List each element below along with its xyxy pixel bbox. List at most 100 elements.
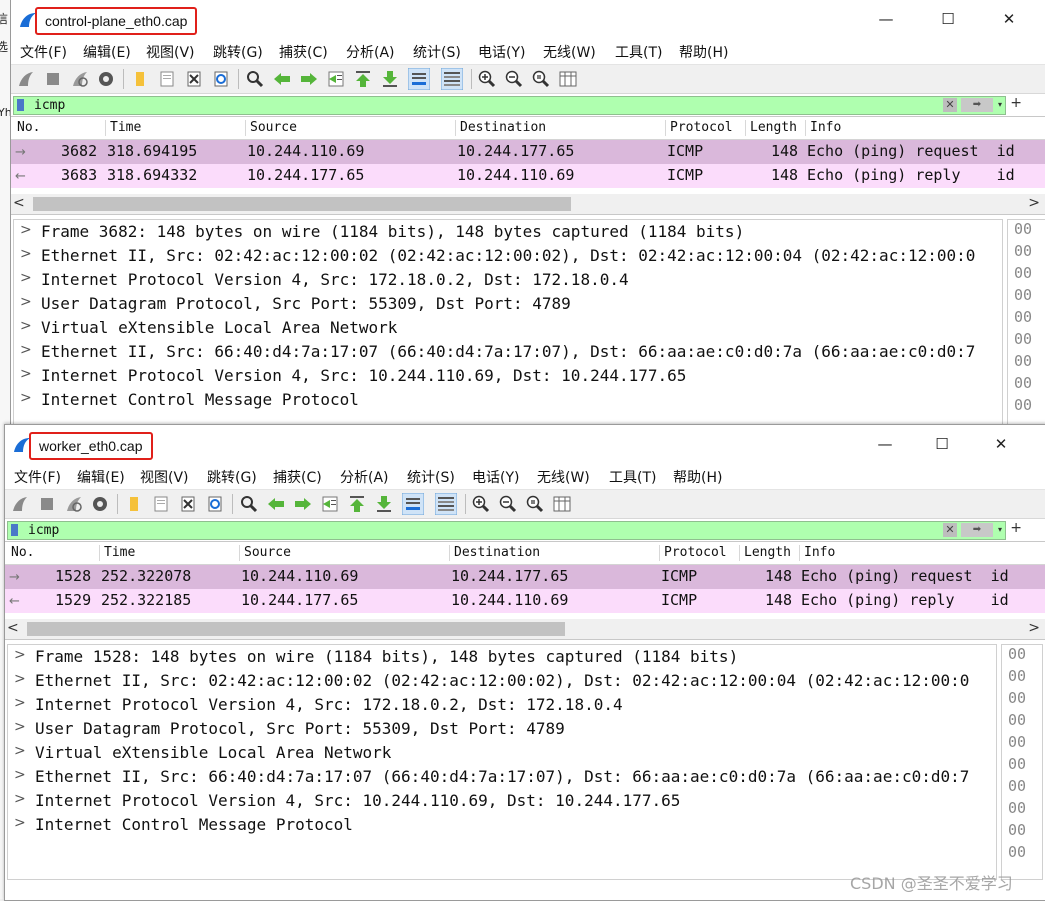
packet-row[interactable]: ← 3683 318.694332 10.244.177.65 10.244.1… <box>11 164 1045 188</box>
details-row-ethernet[interactable]: > Ethernet II, Src: 02:42:ac:12:00:02 (02… <box>8 669 996 693</box>
chevron-right-icon[interactable]: > <box>14 671 26 687</box>
column-header-info[interactable]: Info <box>799 545 835 561</box>
minimize-button[interactable]: — <box>863 4 909 34</box>
chevron-right-icon[interactable]: > <box>20 294 32 310</box>
column-header-protocol[interactable]: Protocol <box>659 545 727 561</box>
display-filter-input[interactable]: icmp ✕ ➡ ▾ <box>13 96 1006 115</box>
colorize-icon[interactable] <box>435 493 457 515</box>
details-row-udp[interactable]: > User Datagram Protocol, Src Port: 55309… <box>8 717 996 741</box>
find-icon[interactable] <box>240 495 258 513</box>
chevron-right-icon[interactable]: > <box>20 222 32 238</box>
menu-help[interactable]: 帮助(H) <box>679 42 728 62</box>
details-row-ipv4[interactable]: > Internet Protocol Version 4, Src: 172.1… <box>14 268 1002 292</box>
menu-statistics[interactable]: 统计(S) <box>407 467 455 487</box>
options-gear-icon[interactable] <box>97 70 115 88</box>
column-header-destination[interactable]: Destination <box>455 120 546 136</box>
close-button[interactable]: ✕ <box>986 4 1032 34</box>
menu-statistics[interactable]: 统计(S) <box>413 42 461 62</box>
chevron-right-icon[interactable]: > <box>14 791 26 807</box>
menu-capture[interactable]: 捕获(C) <box>273 467 322 487</box>
menu-edit[interactable]: 编辑(E) <box>83 42 131 62</box>
resize-columns-icon[interactable] <box>553 495 571 513</box>
restart-icon[interactable] <box>65 495 83 513</box>
chevron-right-icon[interactable]: > <box>20 318 32 334</box>
chevron-right-icon[interactable]: > <box>14 695 26 711</box>
go-forward-icon[interactable] <box>300 70 318 88</box>
menu-view[interactable]: 视图(V) <box>140 467 189 487</box>
chevron-right-icon[interactable]: > <box>20 270 32 286</box>
details-row-inner-ethernet[interactable]: > Ethernet II, Src: 66:40:d4:7a:17:07 (66… <box>8 765 996 789</box>
chevron-right-icon[interactable]: > <box>20 342 32 358</box>
menu-analyze[interactable]: 分析(A) <box>346 42 395 62</box>
details-row-icmp[interactable]: > Internet Control Message Protocol <box>14 388 1002 412</box>
column-header-no[interactable]: No. <box>13 120 40 136</box>
apply-filter-icon[interactable]: ➡ <box>961 523 993 537</box>
column-header-time[interactable]: Time <box>99 545 135 561</box>
shark-start-icon[interactable] <box>11 495 29 513</box>
chevron-right-icon[interactable]: > <box>14 647 26 663</box>
chevron-down-icon[interactable]: ▾ <box>995 98 1005 112</box>
open-folder-icon[interactable] <box>131 70 149 88</box>
reload-icon[interactable] <box>206 495 224 513</box>
add-filter-button[interactable]: + <box>1010 95 1022 111</box>
last-packet-icon[interactable] <box>381 70 399 88</box>
find-icon[interactable] <box>246 70 264 88</box>
clear-filter-icon[interactable]: ✕ <box>943 523 957 537</box>
chevron-right-icon[interactable]: > <box>20 246 32 262</box>
horizontal-scrollbar[interactable]: < > <box>11 194 1045 214</box>
menu-edit[interactable]: 编辑(E) <box>77 467 125 487</box>
bookmark-icon[interactable] <box>11 524 18 536</box>
save-file-icon[interactable] <box>152 495 170 513</box>
menu-capture[interactable]: 捕获(C) <box>279 42 328 62</box>
chevron-right-icon[interactable]: > <box>14 719 26 735</box>
shark-start-icon[interactable] <box>17 70 35 88</box>
chevron-right-icon[interactable]: > <box>14 767 26 783</box>
details-row-inner-ipv4[interactable]: > Internet Protocol Version 4, Src: 10.24… <box>8 789 996 813</box>
minimize-button[interactable]: — <box>862 429 908 459</box>
save-file-icon[interactable] <box>158 70 176 88</box>
chevron-right-icon[interactable]: > <box>20 366 32 382</box>
column-header-info[interactable]: Info <box>805 120 841 136</box>
horizontal-scrollbar[interactable]: < > <box>5 619 1045 639</box>
chevron-left-icon[interactable]: < <box>7 620 19 636</box>
packet-row[interactable]: ← 1529 252.322185 10.244.177.65 10.244.1… <box>5 589 1045 613</box>
menu-wireless[interactable]: 无线(W) <box>543 42 596 62</box>
chevron-right-icon[interactable]: > <box>1028 620 1040 636</box>
menu-analyze[interactable]: 分析(A) <box>340 467 389 487</box>
menu-help[interactable]: 帮助(H) <box>673 467 722 487</box>
autoscroll-icon[interactable] <box>408 68 430 90</box>
last-packet-icon[interactable] <box>375 495 393 513</box>
resize-columns-icon[interactable] <box>559 70 577 88</box>
menu-tools[interactable]: 工具(T) <box>609 467 656 487</box>
display-filter-input[interactable]: icmp ✕ ➡ ▾ <box>7 521 1006 540</box>
close-file-icon[interactable] <box>179 495 197 513</box>
bookmark-icon[interactable] <box>17 99 24 111</box>
stop-icon[interactable] <box>44 70 62 88</box>
column-header-protocol[interactable]: Protocol <box>665 120 733 136</box>
details-row-frame[interactable]: > Frame 1528: 148 bytes on wire (1184 bit… <box>8 645 996 669</box>
title-bar[interactable]: control-plane_eth0.cap — ☐ ✕ <box>11 0 1045 38</box>
stop-icon[interactable] <box>38 495 56 513</box>
menu-view[interactable]: 视图(V) <box>146 42 195 62</box>
reload-icon[interactable] <box>212 70 230 88</box>
details-row-frame[interactable]: > Frame 3682: 148 bytes on wire (1184 bit… <box>14 220 1002 244</box>
details-row-ipv4[interactable]: > Internet Protocol Version 4, Src: 172.1… <box>8 693 996 717</box>
details-row-vxlan[interactable]: > Virtual eXtensible Local Area Network <box>14 316 1002 340</box>
menu-go[interactable]: 跳转(G) <box>207 467 257 487</box>
go-back-icon[interactable] <box>273 70 291 88</box>
details-row-vxlan[interactable]: > Virtual eXtensible Local Area Network <box>8 741 996 765</box>
details-row-udp[interactable]: > User Datagram Protocol, Src Port: 55309… <box>14 292 1002 316</box>
menu-wireless[interactable]: 无线(W) <box>537 467 590 487</box>
go-to-packet-icon[interactable] <box>327 70 345 88</box>
chevron-right-icon[interactable]: > <box>14 815 26 831</box>
autoscroll-icon[interactable] <box>402 493 424 515</box>
go-back-icon[interactable] <box>267 495 285 513</box>
colorize-icon[interactable] <box>441 68 463 90</box>
column-header-length[interactable]: Length <box>739 545 791 561</box>
column-header-length[interactable]: Length <box>745 120 797 136</box>
options-gear-icon[interactable] <box>91 495 109 513</box>
clear-filter-icon[interactable]: ✕ <box>943 98 957 112</box>
apply-filter-icon[interactable]: ➡ <box>961 98 993 112</box>
first-packet-icon[interactable] <box>354 70 372 88</box>
scrollbar-thumb[interactable] <box>27 622 565 636</box>
